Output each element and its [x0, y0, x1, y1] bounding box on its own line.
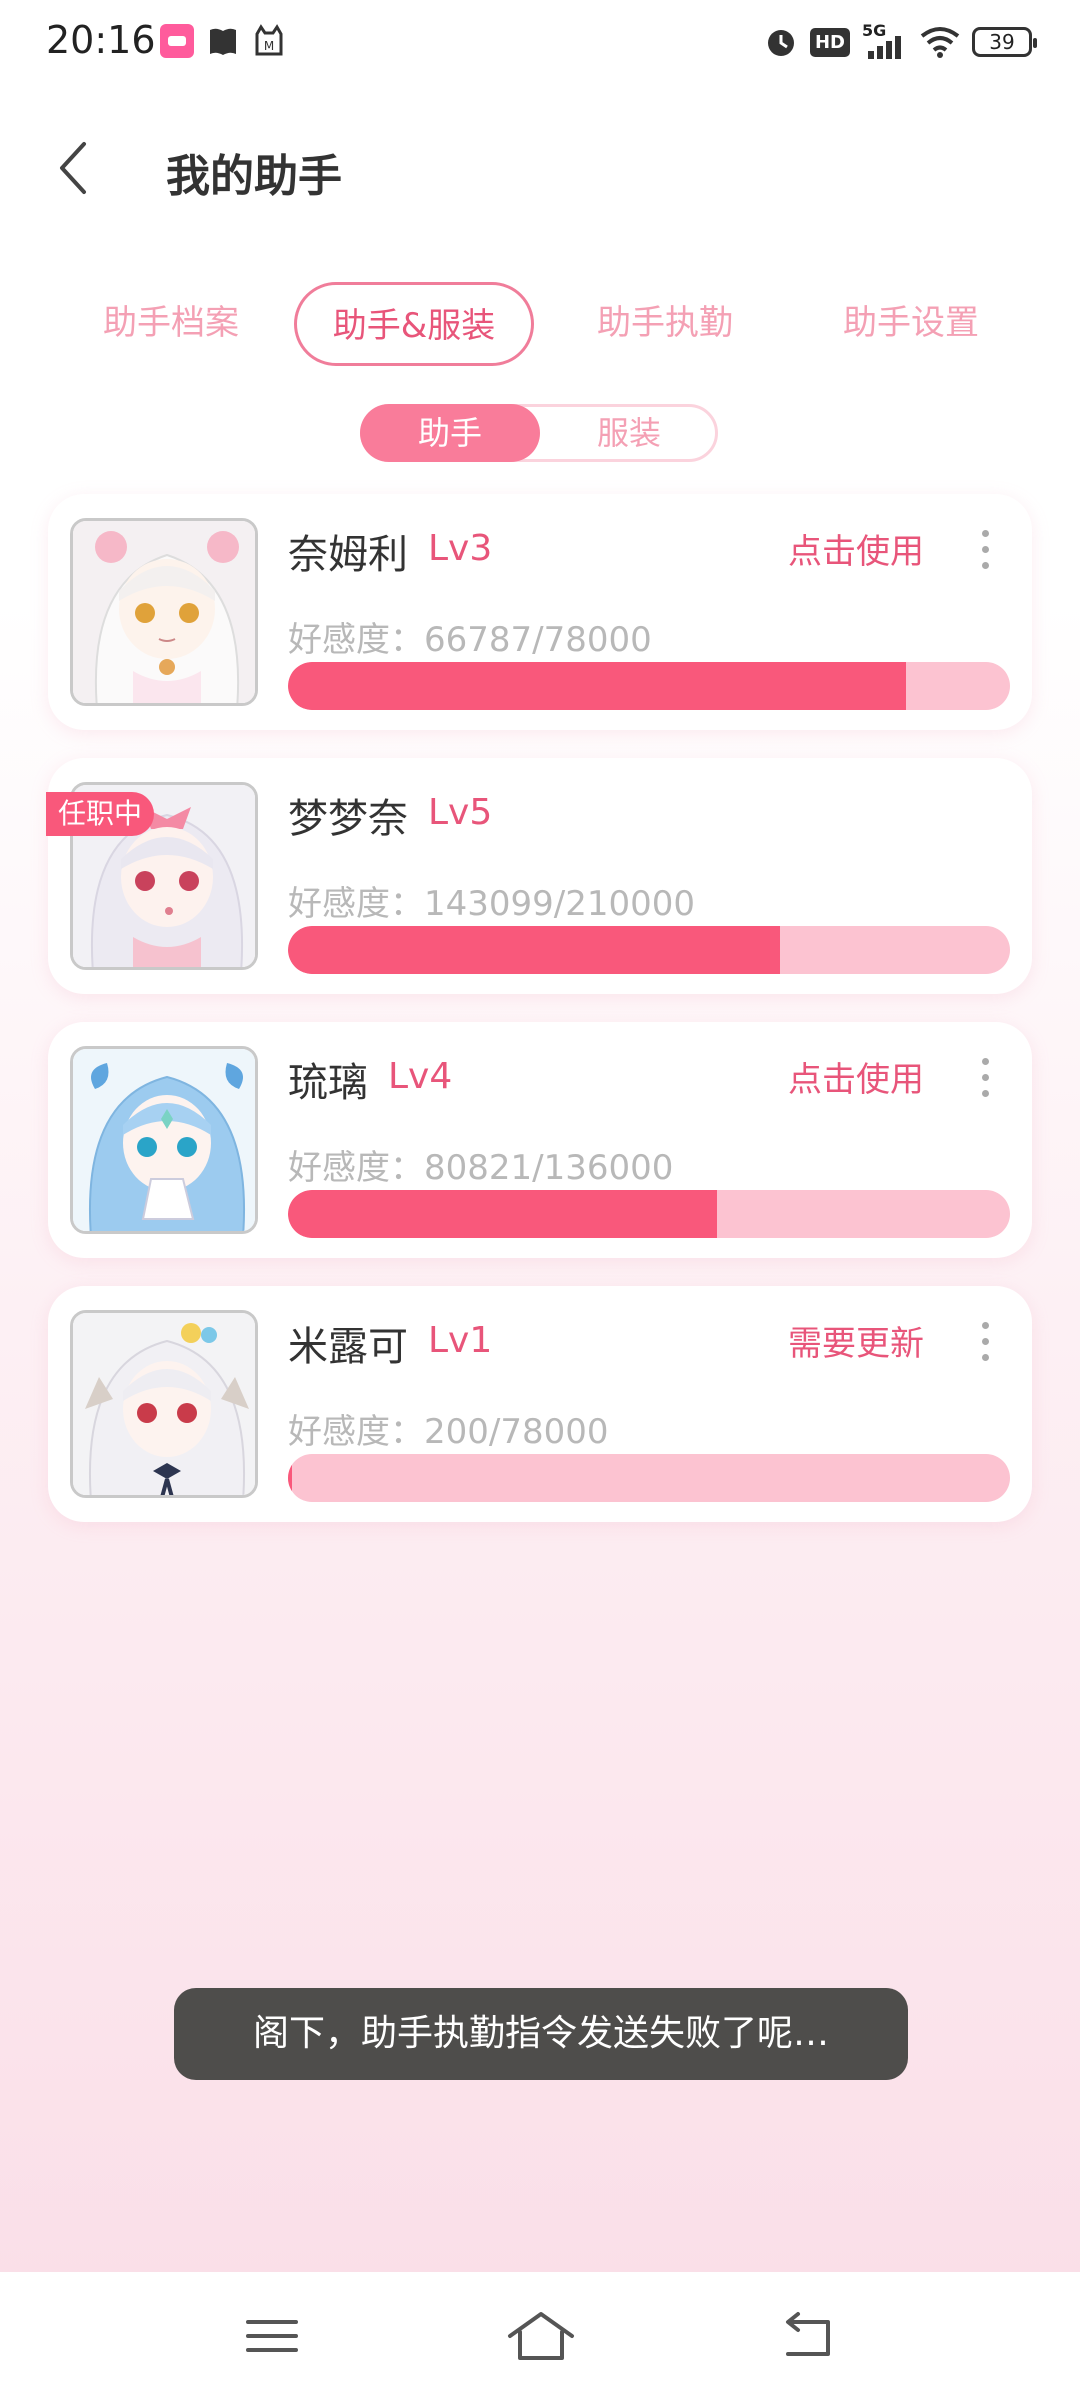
affinity-bar [288, 1190, 1010, 1238]
character-portrait [73, 1049, 255, 1231]
alarm-icon [767, 30, 794, 56]
signal-icon: 5G [862, 21, 908, 59]
wifi-icon [920, 27, 960, 58]
character-portrait [73, 1313, 255, 1495]
status-time: 20:16 [46, 18, 156, 62]
more-icon[interactable] [978, 1058, 992, 1102]
use-button[interactable]: 点击使用 [788, 524, 924, 573]
assistant-level: Lv5 [428, 792, 493, 833]
use-button[interactable]: 点击使用 [788, 1052, 924, 1101]
affinity-bar [288, 926, 1010, 974]
system-nav-bar [0, 2272, 1080, 2400]
assistant-card[interactable]: 米露可 Lv1 需要更新 好感度：200/78000 [48, 1286, 1032, 1522]
assistant-avatar [70, 518, 258, 706]
more-icon[interactable] [978, 530, 992, 574]
affinity-label: 好感度：66787/78000 [288, 620, 652, 660]
tab-assistant-settings[interactable]: 助手设置 [788, 282, 1034, 366]
segment-control: 助手 服装 [360, 404, 718, 462]
top-tabs: 助手档案 助手&服装 助手执勤 助手设置 [48, 282, 1038, 366]
svg-text:M: M [264, 39, 274, 53]
back-arrow-icon[interactable] [778, 2308, 838, 2364]
update-button[interactable]: 需要更新 [788, 1316, 924, 1365]
toast-message: 阁下，助手执勤指令发送失败了呢… [174, 1988, 908, 2080]
on-duty-badge: 任职中 [46, 792, 155, 836]
battery-icon: 39 [972, 27, 1037, 57]
character-portrait [73, 521, 255, 703]
cat-app-icon: M [255, 24, 283, 56]
assistant-name: 米露可 [288, 1324, 408, 1370]
book-icon [210, 28, 236, 55]
network-label: 5G [862, 21, 887, 40]
affinity-bar-fill [288, 1190, 718, 1238]
segment-assistant[interactable]: 助手 [360, 404, 540, 462]
affinity-bar-fill [288, 662, 907, 710]
header: 我的助手 [0, 120, 1080, 220]
tab-assistant-outfit[interactable]: 助手&服装 [294, 282, 534, 366]
assistant-name: 琉璃 [288, 1060, 368, 1106]
affinity-label: 好感度：80821/136000 [288, 1148, 674, 1188]
affinity-label: 好感度：143099/210000 [288, 884, 696, 924]
assistant-name: 梦梦奈 [288, 796, 408, 842]
assistant-avatar [70, 1046, 258, 1234]
menu-icon[interactable] [242, 2308, 302, 2364]
assistant-card[interactable]: 琉璃 Lv4 点击使用 好感度：80821/136000 [48, 1022, 1032, 1258]
home-icon[interactable] [506, 2308, 576, 2364]
tab-assistant-profile[interactable]: 助手档案 [48, 282, 294, 366]
affinity-bar-fill [288, 926, 780, 974]
affinity-bar [288, 1454, 1010, 1502]
app-notification-icon [160, 24, 194, 58]
assistant-card[interactable]: 奈姆利 Lv3 点击使用 好感度：66787/78000 [48, 494, 1032, 730]
hd-icon: HD [809, 27, 850, 57]
back-icon[interactable] [48, 136, 108, 200]
assistant-card[interactable]: 任职中 梦梦奈 Lv5 好感度：143099/210000 [46, 758, 1032, 994]
affinity-bar [288, 662, 1010, 710]
assistant-level: Lv3 [428, 528, 493, 569]
assistant-avatar [70, 1310, 258, 1498]
assistant-name: 奈姆利 [288, 532, 408, 578]
segment-outfit[interactable]: 服装 [539, 404, 719, 462]
affinity-bar-fill [288, 1454, 292, 1502]
status-bar: 20:16 M HD 5G 39 [0, 0, 1080, 84]
assistant-level: Lv1 [428, 1320, 493, 1361]
status-right: HD 5G 39 [764, 20, 1037, 64]
affinity-label: 好感度：200/78000 [288, 1412, 609, 1452]
more-icon[interactable] [978, 1322, 992, 1366]
tab-assistant-duty[interactable]: 助手执勤 [542, 282, 788, 366]
page-title: 我的助手 [166, 151, 342, 202]
battery-level: 39 [989, 30, 1015, 54]
assistant-level: Lv4 [388, 1056, 453, 1097]
